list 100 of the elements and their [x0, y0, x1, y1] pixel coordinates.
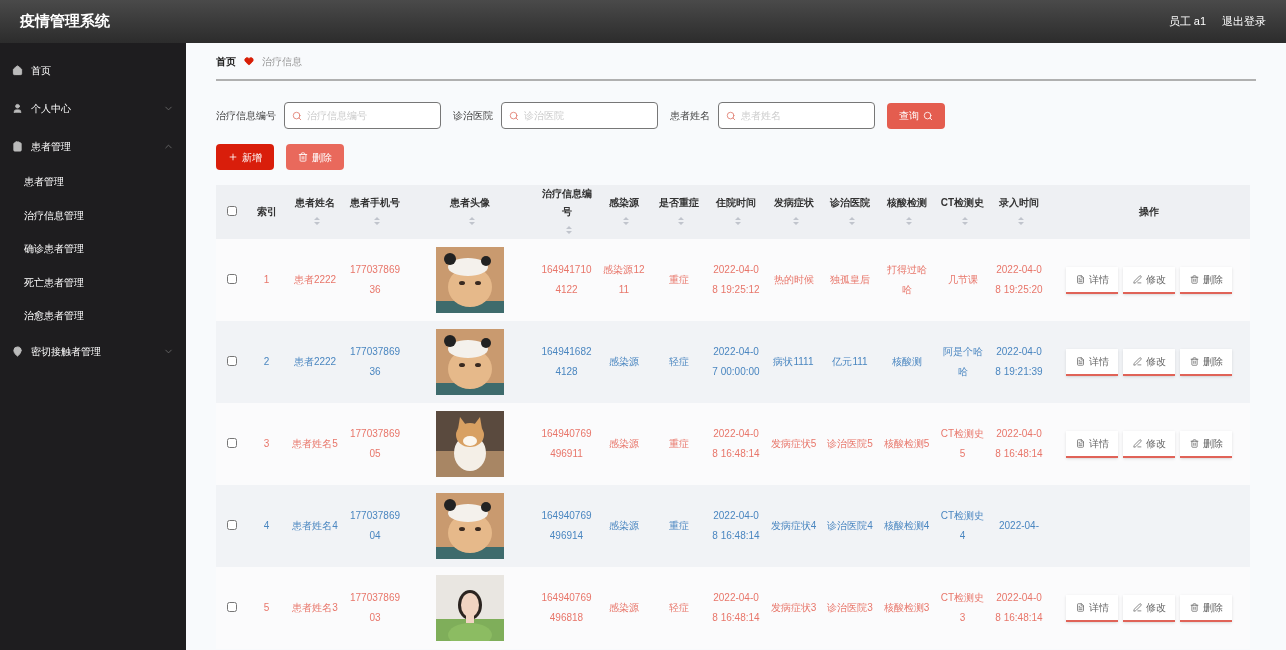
table-cell: 患者2222: [285, 321, 345, 403]
table-cell: 核酸检测4: [878, 485, 935, 567]
breadcrumb-home[interactable]: 首页: [216, 53, 236, 69]
table-cell: 亿元111: [822, 321, 878, 403]
sidebar-subitem[interactable]: 患者管理: [0, 165, 186, 199]
row-action-button[interactable]: 详情: [1066, 348, 1118, 376]
row-action-button[interactable]: 详情: [1066, 430, 1118, 458]
row-action-button[interactable]: 详情: [1066, 266, 1118, 294]
table-cell: 患者姓名4: [285, 485, 345, 567]
column-header: 感染源: [598, 185, 650, 239]
table-cell: 患者2222: [285, 239, 345, 321]
search-button[interactable]: 查询: [887, 102, 945, 129]
filter-label: 治疗信息编号: [216, 109, 276, 123]
sort-icon[interactable]: [849, 217, 855, 226]
sort-icon[interactable]: [735, 217, 741, 226]
sidebar-item[interactable]: 密切接触者管理: [0, 332, 186, 371]
table-cell: 打得过哈哈: [878, 239, 935, 321]
column-header: 操作: [1048, 185, 1250, 239]
table-cell: 核酸检测3: [878, 567, 935, 649]
sort-icon[interactable]: [905, 217, 912, 226]
pen-icon: [1132, 438, 1142, 448]
sidebar-subitem[interactable]: 治疗信息管理: [0, 198, 186, 232]
table-cell: 感染源: [598, 567, 650, 649]
sort-icon[interactable]: [961, 217, 968, 226]
table-cell: 17703786904: [345, 485, 405, 567]
user-label: 员工 a1: [1168, 14, 1206, 30]
trash-icon: [1189, 356, 1199, 366]
sidebar-subitem[interactable]: 死亡患者管理: [0, 265, 186, 299]
table-cell: CT检测史5: [935, 403, 990, 485]
select-all-checkbox[interactable]: [227, 205, 237, 216]
pen-icon: [1132, 274, 1142, 284]
row-action-button[interactable]: 详情: [1066, 594, 1118, 622]
column-header: 录入时间: [990, 185, 1048, 239]
document-icon: [1075, 356, 1085, 366]
column-header: 治疗信息编号: [535, 185, 598, 239]
table-cell: 病状1111: [765, 321, 822, 403]
row-action-button[interactable]: 修改: [1123, 266, 1175, 294]
sidebar-item[interactable]: 个人中心: [0, 89, 186, 127]
sort-icon[interactable]: [374, 217, 380, 226]
table-cell: 感染源: [598, 485, 650, 567]
column-header: 核酸检测: [878, 185, 935, 239]
row-action-button[interactable]: 删除: [1180, 594, 1232, 622]
sidebar-item[interactable]: 首页: [0, 51, 186, 89]
row-checkbox[interactable]: [227, 273, 237, 284]
table-cell: 164940769496818: [535, 567, 598, 649]
logout-link[interactable]: 退出登录: [1222, 13, 1266, 30]
sort-icon[interactable]: [677, 217, 684, 226]
pen-icon: [1132, 602, 1142, 612]
row-action-button[interactable]: 修改: [1123, 594, 1175, 622]
row-checkbox[interactable]: [227, 355, 237, 366]
sort-icon[interactable]: [469, 217, 475, 226]
pen-icon: [1132, 356, 1142, 366]
table-cell: 发病症状4: [765, 485, 822, 567]
table-cell: 164940769496914: [535, 485, 598, 567]
sort-icon[interactable]: [314, 217, 320, 226]
table-cell: 发病症状5: [765, 403, 822, 485]
table-cell: 2022-04-08 16:48:14: [707, 485, 765, 567]
row-action-button[interactable]: 修改: [1123, 348, 1175, 376]
row-action-button[interactable]: 删除: [1180, 266, 1232, 294]
column-header: CT检测史: [935, 185, 990, 239]
sidebar-item[interactable]: 患者管理: [0, 127, 186, 165]
document-icon: [1075, 274, 1085, 284]
add-button[interactable]: 新增: [216, 144, 274, 170]
table-cell: 诊治医院5: [822, 403, 878, 485]
sort-icon[interactable]: [792, 217, 799, 226]
table-cell: 阿是个哈哈: [935, 321, 990, 403]
user-icon: [12, 102, 23, 114]
column-header: 诊治医院: [822, 185, 878, 239]
table-cell: 1: [248, 239, 285, 321]
table-cell: 几节课: [935, 239, 990, 321]
trash-icon: [1189, 602, 1199, 612]
search-icon: [509, 110, 519, 121]
table-cell: 重症: [650, 403, 707, 485]
sidebar-subitem[interactable]: 确诊患者管理: [0, 232, 186, 266]
search-icon: [923, 110, 933, 121]
plus-icon: [228, 152, 238, 162]
search-icon: [726, 110, 736, 121]
row-action-button[interactable]: 删除: [1180, 430, 1232, 458]
sort-icon[interactable]: [623, 217, 629, 226]
table-cell: 2022-04-08 16:48:14: [707, 403, 765, 485]
sort-icon[interactable]: [1018, 217, 1024, 226]
trash-icon: [1189, 438, 1199, 448]
trash-icon: [298, 152, 308, 162]
column-header: 患者手机号: [345, 185, 405, 239]
row-action-button[interactable]: 修改: [1123, 430, 1175, 458]
table-cell: 独孤皇后: [822, 239, 878, 321]
row-checkbox[interactable]: [227, 601, 237, 612]
sort-icon[interactable]: [565, 226, 572, 235]
table-cell: 4: [248, 485, 285, 567]
table-cell: 发病症状3: [765, 567, 822, 649]
table-cell: 17703786936: [345, 321, 405, 403]
row-checkbox[interactable]: [227, 519, 237, 530]
sidebar-subitem[interactable]: 治愈患者管理: [0, 299, 186, 333]
table-cell: 5: [248, 567, 285, 649]
row-checkbox[interactable]: [227, 437, 237, 448]
table-cell: 1649416824128: [535, 321, 598, 403]
search-icon: [292, 110, 302, 121]
table-cell: 2022-04-: [990, 485, 1048, 567]
table-cell: 核酸检测5: [878, 403, 935, 485]
row-action-button[interactable]: 删除: [1180, 348, 1232, 376]
